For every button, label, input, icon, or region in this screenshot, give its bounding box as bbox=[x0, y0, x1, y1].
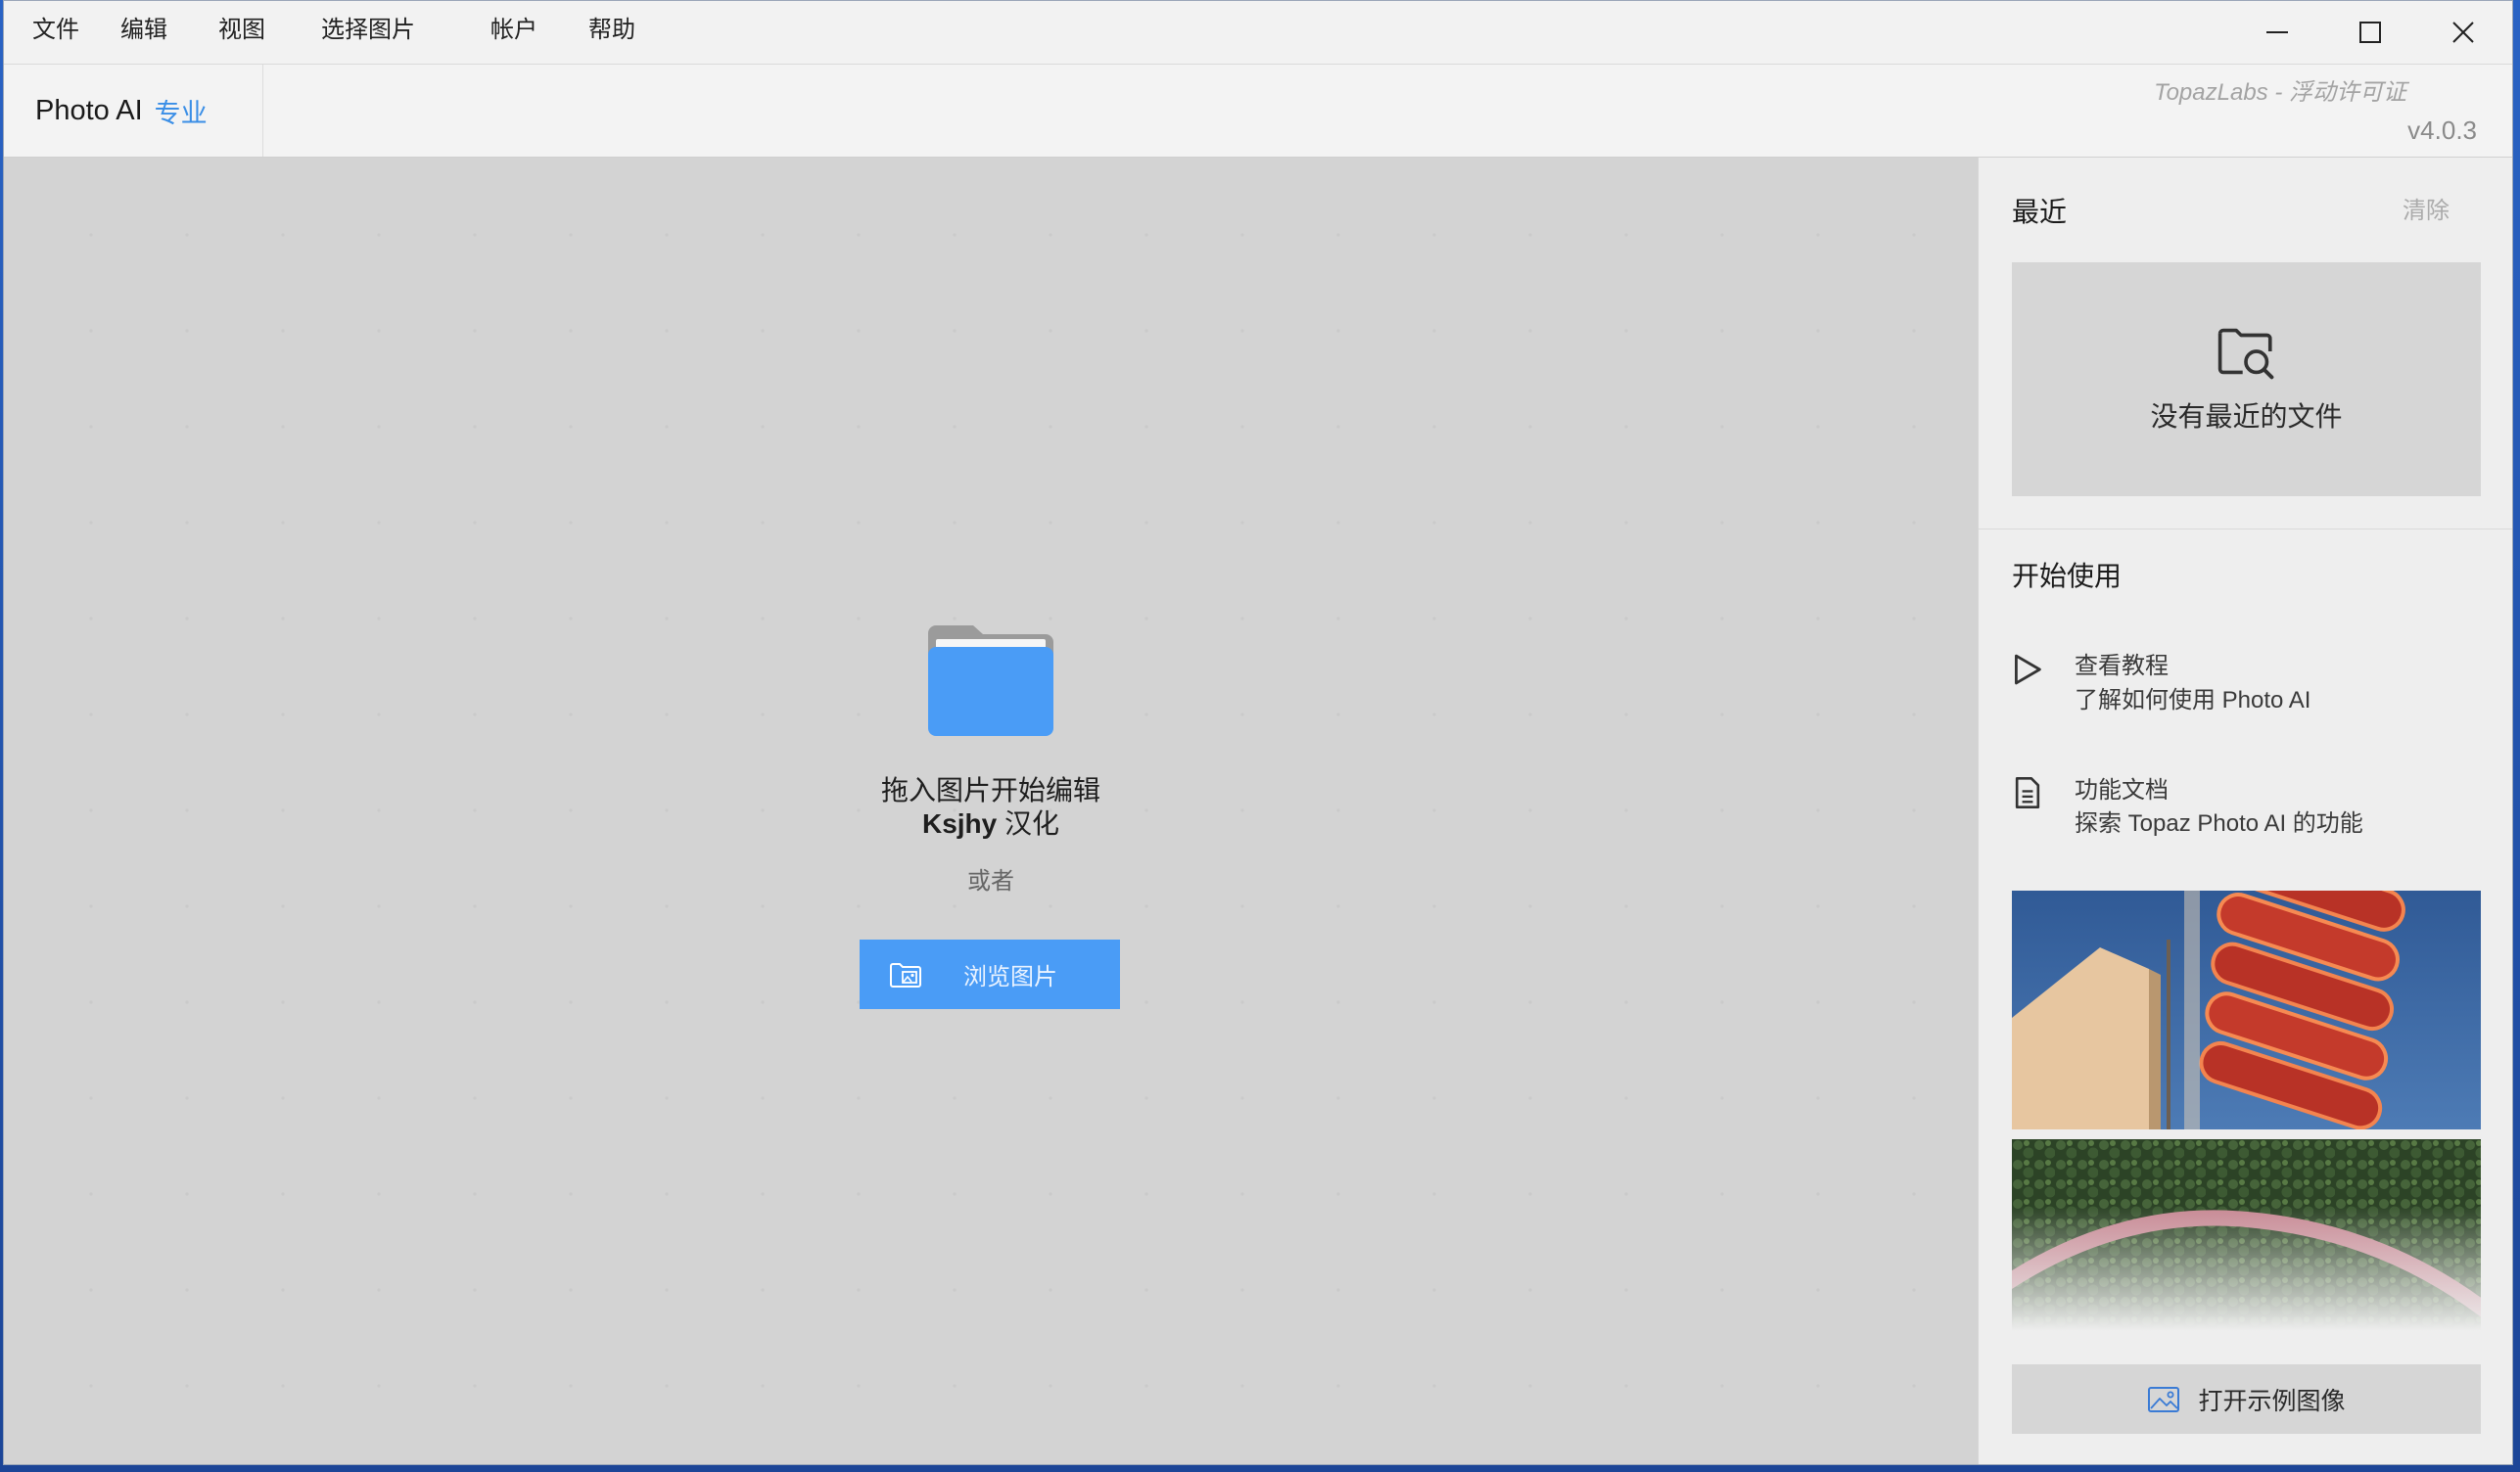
folder-icon bbox=[928, 625, 1053, 736]
app-name: Photo AI bbox=[35, 94, 143, 126]
open-sample-image-button[interactable]: 打开示例图像 bbox=[2012, 1364, 2481, 1434]
minimize-button[interactable] bbox=[2230, 1, 2323, 64]
menu-view[interactable]: 视图 bbox=[212, 1, 271, 64]
browse-images-button[interactable]: 浏览图片 bbox=[860, 940, 1120, 1009]
sample-image-neon-sign-graphic bbox=[2012, 891, 2481, 1129]
document-icon bbox=[2015, 777, 2040, 808]
version-text: v4.0.3 bbox=[2407, 115, 2477, 145]
menu-select-image[interactable]: 选择图片 bbox=[315, 1, 421, 64]
drop-zone[interactable]: 拖入图片开始编辑 Ksjhy 汉化 或者 浏览图片 bbox=[4, 158, 1978, 1464]
browse-images-label: 浏览图片 bbox=[963, 964, 1057, 990]
sample-image-forest[interactable] bbox=[2012, 1139, 2481, 1331]
tutorial-link[interactable]: 查看教程 了解如何使用 Photo AI bbox=[2012, 649, 2481, 727]
tutorial-subtitle: 了解如何使用 Photo AI bbox=[2075, 687, 2311, 713]
credit-suffix: 汉化 bbox=[1004, 808, 1060, 839]
app-window: 文件 编辑 视图 选择图片 帐户 帮助 Photo AI 专业 TopazLab… bbox=[4, 1, 2512, 1464]
license-text: TopazLabs - 浮动许可证 bbox=[2154, 79, 2406, 106]
menu-help[interactable]: 帮助 bbox=[583, 1, 641, 64]
play-icon bbox=[2015, 654, 2041, 685]
app-brand: Photo AI 专业 bbox=[35, 65, 208, 157]
or-divider-text: 或者 bbox=[967, 868, 1014, 895]
documentation-title: 功能文档 bbox=[2075, 777, 2169, 804]
credit-line: Ksjhy 汉化 bbox=[4, 807, 1978, 841]
edition-label: 专业 bbox=[154, 98, 208, 128]
minimize-icon bbox=[2265, 31, 2288, 33]
no-recent-files-text: 没有最近的文件 bbox=[2150, 401, 2343, 432]
menu-account[interactable]: 帐户 bbox=[485, 1, 543, 64]
getting-started-title: 开始使用 bbox=[2012, 561, 2123, 591]
documentation-link[interactable]: 功能文档 探索 Topaz Photo AI 的功能 bbox=[2012, 773, 2481, 851]
tutorial-title: 查看教程 bbox=[2075, 653, 2169, 679]
sample-image-forest-graphic bbox=[2012, 1139, 2481, 1331]
sample-image-neon-sign[interactable] bbox=[2012, 891, 2481, 1129]
image-folder-icon bbox=[890, 962, 921, 988]
credit-name: Ksjhy bbox=[921, 808, 998, 839]
maximize-button[interactable] bbox=[2323, 1, 2416, 64]
menu-bar: 文件 编辑 视图 选择图片 帐户 帮助 bbox=[4, 1, 2512, 65]
menu-edit[interactable]: 编辑 bbox=[115, 1, 173, 64]
image-icon bbox=[2148, 1386, 2180, 1412]
documentation-subtitle: 探索 Topaz Photo AI 的功能 bbox=[2075, 810, 2363, 837]
header-divider bbox=[262, 65, 263, 157]
close-icon bbox=[2451, 22, 2474, 43]
clear-recent-button[interactable]: 清除 bbox=[2403, 195, 2450, 228]
open-sample-image-label: 打开示例图像 bbox=[2198, 1387, 2346, 1415]
close-button[interactable] bbox=[2416, 1, 2509, 64]
app-header: Photo AI 专业 TopazLabs - 浮动许可证 v4.0.3 bbox=[4, 65, 2512, 158]
maximize-icon bbox=[2358, 22, 2381, 43]
recent-title: 最近 bbox=[2012, 197, 2068, 227]
folder-search-icon bbox=[2217, 328, 2274, 380]
recent-files-panel: 没有最近的文件 bbox=[2012, 262, 2481, 496]
drop-hint: 拖入图片开始编辑 bbox=[880, 775, 1100, 805]
menu-file[interactable]: 文件 bbox=[26, 1, 85, 64]
sidebar: 最近 清除 没有最近的文件 开始使用 查看教程 了解如何使用 Photo AI bbox=[1978, 158, 2512, 1464]
